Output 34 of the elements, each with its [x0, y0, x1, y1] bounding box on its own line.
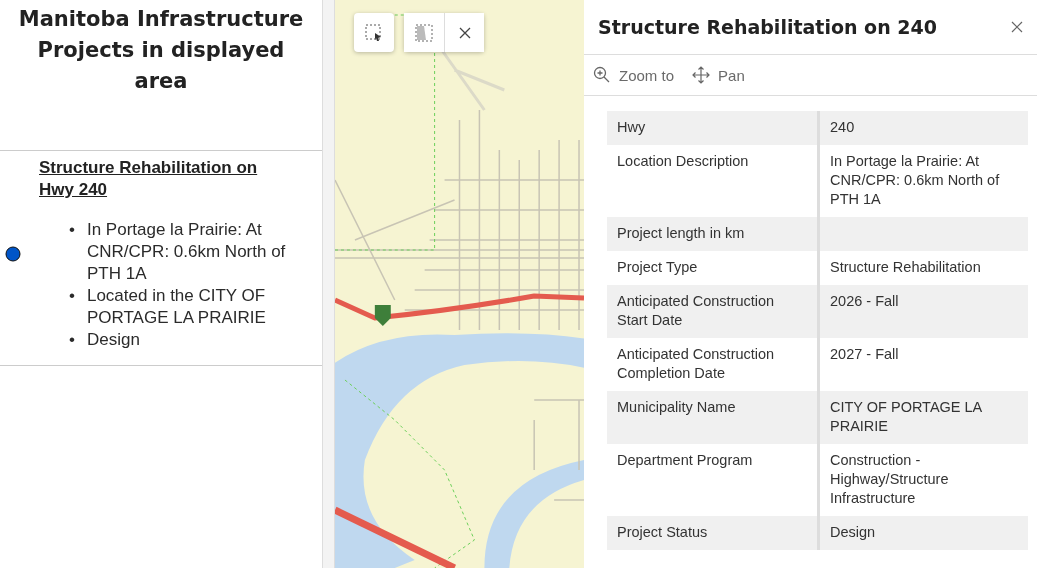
field-value: 2026 - Fall [818, 285, 1028, 338]
field-label: Anticipated Construction Start Date [607, 285, 819, 338]
field-label: Project length in km [607, 217, 819, 251]
pan-button[interactable]: Pan [692, 66, 745, 84]
field-value: CITY OF PORTAGE LA PRAIRIE [818, 391, 1028, 444]
field-value: Structure Rehabilitation [818, 251, 1028, 285]
move-icon [692, 66, 711, 84]
bullet-marker: • [69, 285, 75, 307]
popup-title: Structure Rehabilitation on 240 [598, 16, 937, 38]
field-value: In Portage la Prairie: At CNR/CPR: 0.6km North of PTH 1A [818, 145, 1028, 217]
bullet-marker: • [69, 329, 75, 351]
close-icon [1011, 21, 1023, 33]
field-value: 2027 - Fall [818, 338, 1028, 391]
field-value: Construction - Highway/Structure Infrastructure [818, 444, 1028, 516]
dashed-area-icon [414, 22, 434, 43]
project-detail: Design [86, 329, 140, 351]
project-detail: Located in the CITY OF PORTAGE LA PRAIRIE [86, 285, 267, 329]
dashed-select-icon [364, 22, 384, 43]
project-detail: In Portage la Prairie: At CNR/CPR: 0.6km North of PTH 1A [86, 219, 287, 285]
sidebar-title: Manitoba Infrastructure Projects in displayed area [18, 6, 304, 95]
field-label: Hwy [607, 111, 819, 145]
field-label: Municipality Name [607, 391, 819, 444]
zoom-in-icon [593, 66, 611, 84]
bullet-marker: • [69, 219, 75, 241]
splitter-bar[interactable] [323, 0, 335, 568]
zoom-to-button[interactable]: Zoom to [593, 66, 675, 84]
select-area-button[interactable] [404, 13, 444, 52]
close-icon [457, 25, 472, 40]
project-link[interactable]: Structure Rehabilitation on Hwy 240 [39, 157, 269, 201]
field-label: Project Status [607, 516, 819, 550]
select-tool-button[interactable] [354, 13, 394, 52]
point-symbol-icon [5, 246, 21, 262]
field-value: 240 [818, 111, 1028, 145]
field-value: Design [818, 516, 1028, 550]
